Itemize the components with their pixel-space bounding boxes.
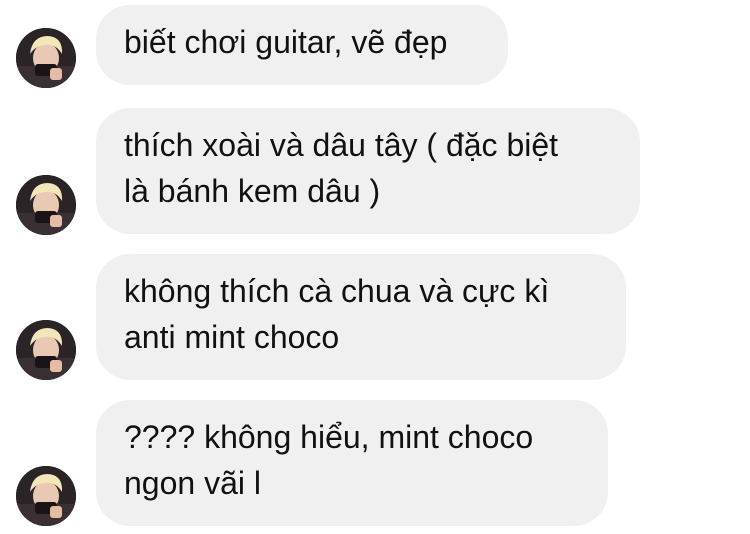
chat-thread: biết chơi guitar, vẽ đẹp thích xoài và d… [0,0,750,534]
avatar-photo-icon [16,28,76,88]
message-bubble[interactable]: không thích cà chua và cực kì anti mint … [96,254,626,380]
message-bubble[interactable]: biết chơi guitar, vẽ đẹp [96,5,508,85]
contact-avatar[interactable] [16,320,76,380]
contact-avatar[interactable] [16,466,76,526]
avatar-photo-icon [16,320,76,380]
message-bubble[interactable]: thích xoài và dâu tây ( đặc biệt là bánh… [96,108,640,234]
avatar-photo-icon [16,175,76,235]
message-bubble[interactable]: ???? không hiểu, mint choco ngon vãi l [96,400,608,526]
contact-avatar[interactable] [16,28,76,88]
avatar-photo-icon [16,466,76,526]
contact-avatar[interactable] [16,175,76,235]
